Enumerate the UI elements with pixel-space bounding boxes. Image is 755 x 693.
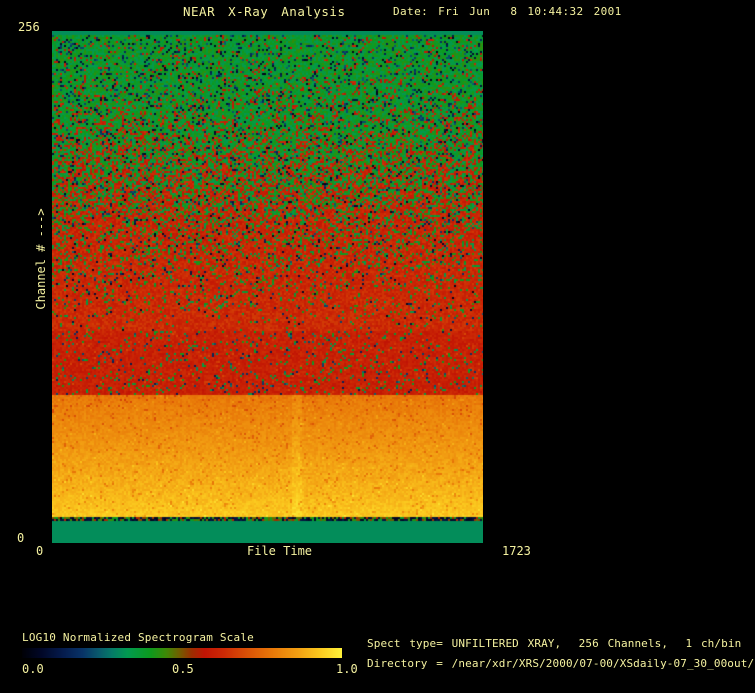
- xray-analysis-window: NEAR X-Ray Analysis Date: Fri Jun 8 10:4…: [0, 0, 755, 693]
- x-axis-max-tick: 1723: [502, 544, 531, 558]
- y-axis-max-tick: 256: [18, 20, 40, 34]
- colorbar-tick-max: 1.0: [336, 662, 358, 676]
- x-axis-min-tick: 0: [36, 544, 44, 558]
- y-axis-label: Channel # --->: [34, 208, 48, 310]
- date-label: Date: Fri Jun 8 10:44:32 2001: [393, 5, 622, 18]
- page-title: NEAR X-Ray Analysis: [183, 4, 346, 19]
- spect-type-info: Spect type= UNFILTERED XRAY, 256 Channel…: [367, 637, 742, 650]
- colorbar-title: LOG10 Normalized Spectrogram Scale: [22, 631, 254, 644]
- colorbar-tick-mid: 0.5: [172, 662, 194, 676]
- y-axis-min-tick: 0: [17, 531, 25, 545]
- spectrogram-plot[interactable]: [52, 31, 483, 543]
- colorbar-tick-min: 0.0: [22, 662, 44, 676]
- x-axis-label: File Time: [247, 544, 313, 558]
- colorbar-gradient: [22, 648, 342, 658]
- directory-info: Directory = /near/xdr/XRS/2000/07-00/XSd…: [367, 657, 755, 670]
